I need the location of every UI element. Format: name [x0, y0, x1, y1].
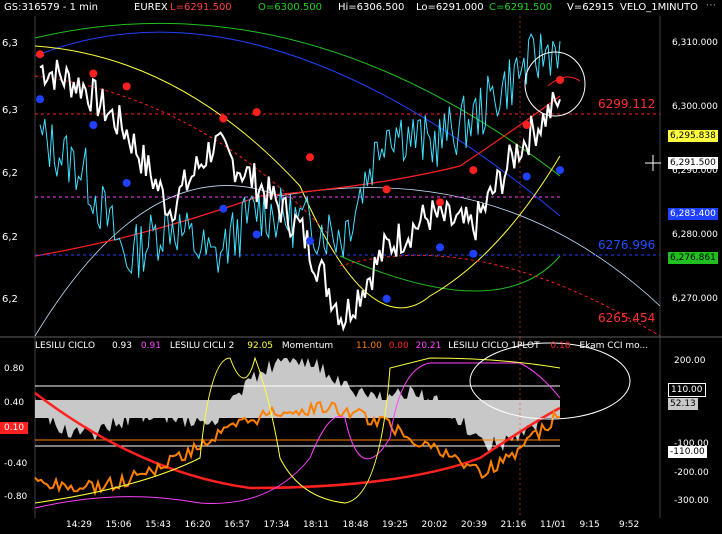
- symbol-label: GS:316579 - 1 min: [4, 2, 99, 13]
- blue-dot-marker: [122, 178, 131, 187]
- time-axis-tick: 15:43: [145, 520, 171, 530]
- blue-dot-marker: [436, 243, 444, 252]
- osc-right-tick-7: -300.00: [674, 496, 709, 506]
- study-label: VELO_1MINUTO: [620, 2, 698, 13]
- oscillator-header: LESILU CICLO 0.93 0.91 LESILU CICLI 2 92…: [35, 341, 660, 351]
- ind3-val2: 0.00: [388, 341, 409, 351]
- left-tick-5: 6,2: [2, 294, 18, 305]
- time-axis-tick: 9:15: [579, 520, 600, 530]
- red-dot-marker: [469, 166, 478, 175]
- right-tick-4: 6,280.000: [672, 230, 718, 240]
- time-axis-tick: 17:34: [263, 520, 290, 530]
- right-tick-5: 6,270.000: [672, 294, 718, 304]
- osc-left-tick-3: 0.10: [4, 423, 25, 433]
- ind1-val2: 0.91: [140, 341, 161, 351]
- osc-left-tick-1: 0.80: [4, 364, 25, 374]
- blue-dot-marker: [219, 204, 228, 213]
- osc-left-tick-2: 0.40: [4, 398, 25, 408]
- osc-right-tick-1: 200.00: [674, 356, 706, 366]
- time-axis-tick: 21:16: [500, 520, 527, 530]
- red-dot-marker: [36, 50, 44, 59]
- blue-dot-marker: [36, 95, 44, 104]
- blue-dot-marker: [252, 230, 261, 239]
- time-axis-tick: 15:06: [105, 520, 132, 530]
- osc-left-tick-5: -0.80: [4, 492, 28, 502]
- volume-label: V=62915: [567, 2, 615, 13]
- time-axis: 14:29 15:06 15:43 16:20 16:57 17:34 18:11 18:48…: [0, 518, 722, 534]
- right-tick-2: 6,300.000: [672, 102, 718, 112]
- ind3-val3: 20.21: [415, 341, 442, 351]
- red-dot-marker: [436, 198, 444, 207]
- ind3-name: Momentum: [281, 341, 334, 351]
- ind1-name: LESILU CICLO: [35, 341, 96, 351]
- time-axis-tick: 20:39: [461, 520, 487, 530]
- green-price-box: 6,276.861: [668, 252, 718, 264]
- osc-right-box-3: -110.00: [668, 446, 707, 458]
- red-dot-marker: [219, 114, 228, 123]
- low-label: L=6291.500: [170, 2, 232, 13]
- red-dot-marker: [382, 185, 391, 194]
- last-price-box: 6,291.500: [668, 157, 718, 169]
- red-dot-marker: [252, 108, 261, 117]
- ind4-val: 0.10: [550, 341, 571, 351]
- ind1-val1: 0.93: [111, 341, 133, 351]
- left-tick-1: 6,3: [2, 38, 18, 49]
- yellow-price-box: 6,295.838: [668, 130, 718, 142]
- ind4-name: LESILU CICLO 1PLOT: [448, 341, 540, 351]
- time-axis-tick: 9:52: [619, 520, 640, 530]
- osc-right-box-2: 52.13: [668, 398, 698, 410]
- red-dot-marker: [122, 82, 131, 91]
- osc-right-tick-6: -200.00: [674, 468, 709, 478]
- blue-dot-marker: [556, 166, 564, 175]
- trading-chart-window: GS:316579 - 1 min EUREX L=6291.500 O=630…: [0, 0, 722, 534]
- blue-dot-marker: [522, 172, 531, 181]
- time-axis-tick: 18:11: [303, 520, 329, 530]
- ind5-name: Ekam CCI mo...: [579, 341, 649, 351]
- high-label: Hi=6306.500: [338, 2, 405, 13]
- chart-header: GS:316579 - 1 min EUREX L=6291.500 O=630…: [0, 0, 722, 16]
- red-dot-marker: [89, 69, 98, 78]
- time-axis-tick: 14:29: [66, 520, 92, 530]
- blue-dot-marker: [469, 249, 478, 258]
- blue-dot-marker: [382, 294, 391, 303]
- price-chart-bg: [0, 16, 722, 338]
- blue-price-box: 6,283.400: [668, 208, 718, 220]
- left-tick-2: 6,3: [2, 105, 18, 116]
- close-label: C=6291.500: [489, 2, 553, 13]
- time-axis-tick: 19:25: [382, 520, 408, 530]
- ind2-val: 92.05: [247, 341, 274, 351]
- time-axis-tick: 16:57: [224, 520, 250, 530]
- time-axis-tick: 16:20: [184, 520, 211, 530]
- time-axis-tick: 18:48: [342, 520, 369, 530]
- exchange-label: EUREX: [134, 2, 168, 13]
- ind3-val1: 11.00: [356, 341, 382, 351]
- left-tick-4: 6,2: [2, 232, 18, 243]
- open-label: O=6300.500: [258, 2, 322, 13]
- left-tick-3: 6,2: [2, 168, 18, 179]
- time-axis-tick: 20:02: [421, 520, 448, 530]
- time-axis-tick: 11/01: [540, 520, 566, 530]
- cci-band: [35, 400, 560, 418]
- red-dot-marker: [522, 121, 531, 129]
- level-label-upper: 6299.112: [598, 97, 656, 111]
- blue-dot-marker: [306, 236, 314, 245]
- osc-right-box-1: 110.00: [668, 383, 706, 397]
- level-label-mid: 6276.996: [598, 238, 656, 252]
- lo-label: Lo=6291.000: [416, 2, 484, 13]
- red-dot-marker: [306, 153, 314, 162]
- close-icon[interactable]: ⋯: [706, 0, 716, 11]
- blue-dot-marker: [89, 121, 98, 129]
- right-tick-1: 6,310.000: [672, 38, 718, 48]
- osc-left-tick-4: -0.40: [4, 459, 28, 469]
- oscillator-chart[interactable]: [0, 338, 722, 518]
- price-chart[interactable]: [0, 16, 722, 338]
- level-label-lower: 6265.454: [598, 311, 656, 325]
- ind2-name: LESILU CICLI 2: [169, 341, 235, 351]
